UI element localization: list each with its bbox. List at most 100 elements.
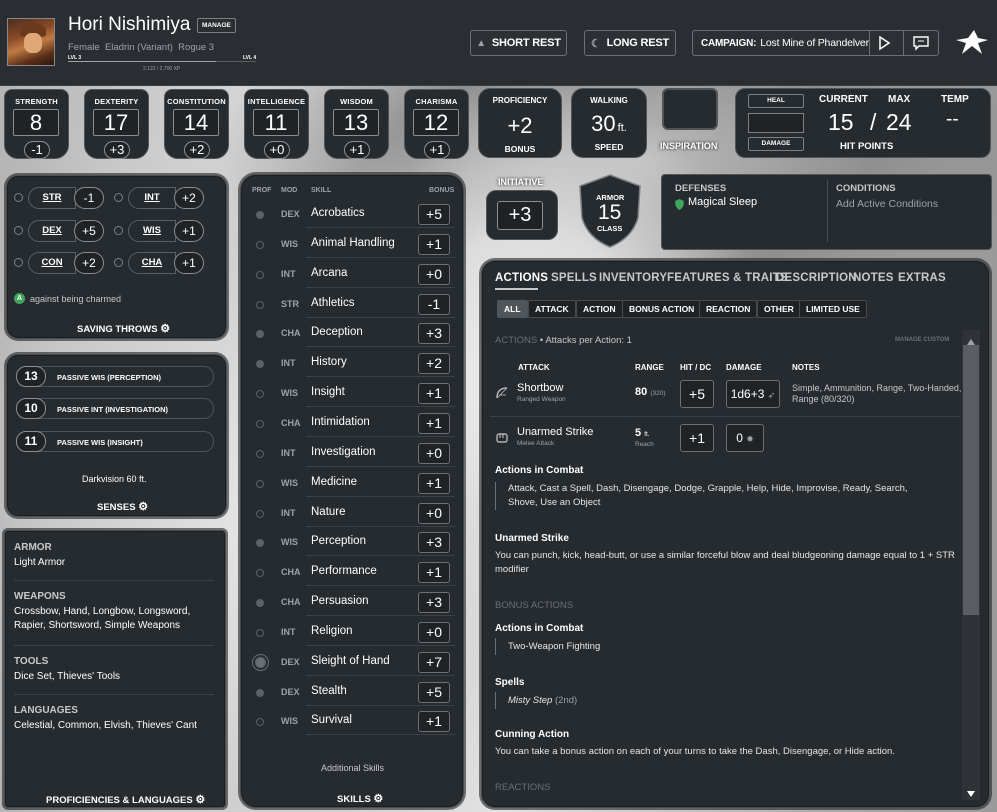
skill-bonus[interactable]: +0 [418, 263, 450, 285]
initiative-value[interactable]: +3 [497, 201, 543, 230]
saving-throw-bonus[interactable]: -1 [74, 187, 104, 209]
skill-bonus[interactable]: +1 [418, 412, 450, 434]
skill-row[interactable]: INT Religion +0 [250, 621, 455, 646]
ability-modifier[interactable]: +0 [264, 141, 290, 159]
ability-dexterity[interactable]: DEXTERITY 17 +3 [84, 89, 149, 159]
filter-limited-use[interactable]: LIMITED USE [799, 300, 867, 318]
skill-bonus[interactable]: +5 [418, 204, 450, 225]
skill-bonus[interactable]: +3 [418, 323, 450, 345]
long-rest-button[interactable]: ☾ LONG REST [584, 30, 676, 56]
skill-row[interactable]: STR Athletics -1 [250, 293, 455, 318]
inspiration-toggle[interactable] [662, 88, 718, 130]
filter-action[interactable]: ACTION [576, 300, 623, 318]
attack-hit-button[interactable]: +1 [680, 424, 714, 452]
saving-throw-con[interactable]: CON +2 [14, 252, 106, 274]
skill-row[interactable]: DEX Acrobatics +5 [250, 203, 455, 228]
gear-icon[interactable]: ⚙ [373, 793, 383, 805]
attack-damage-button[interactable]: 1d6+3 ➶ [726, 380, 780, 408]
ability-modifier[interactable]: +1 [344, 141, 370, 159]
saving-throws-title[interactable]: SAVING THROWS ⚙ [77, 322, 170, 335]
filter-reaction[interactable]: REACTION [699, 300, 758, 318]
dndbeyond-logo-icon[interactable] [952, 26, 992, 58]
skill-row[interactable]: INT Investigation +0 [250, 442, 455, 467]
saving-throw-bonus[interactable]: +5 [74, 220, 104, 242]
skill-bonus[interactable]: +2 [418, 353, 450, 375]
saving-throw-wis[interactable]: WIS +1 [114, 220, 206, 242]
skill-bonus[interactable]: +3 [418, 592, 450, 614]
saving-throw-bonus[interactable]: +1 [174, 220, 204, 242]
ability-charisma[interactable]: CHARISMA 12 +1 [404, 89, 469, 159]
skill-bonus[interactable]: +1 [418, 711, 450, 733]
scroll-down-arrow-icon[interactable] [966, 785, 976, 797]
tab-features-traits[interactable]: FEATURES & TRAITS [667, 272, 788, 284]
skill-row[interactable]: WIS Medicine +1 [250, 472, 455, 497]
skill-row[interactable]: DEX Sleight of Hand +7 [250, 651, 455, 676]
tab-extras[interactable]: EXTRAS [898, 272, 946, 284]
actions-scroll-area[interactable]: ACTIONS • Attacks per Action: 1 MANAGE C… [490, 330, 962, 800]
gear-icon[interactable]: ⚙ [160, 323, 170, 335]
attack-damage-button[interactable]: 0 ✸ [726, 424, 764, 452]
gear-icon[interactable]: ⚙ [195, 794, 205, 806]
saving-throw-str[interactable]: STR -1 [14, 187, 106, 209]
hp-current-value[interactable]: 15 [828, 109, 854, 136]
skill-bonus[interactable]: +0 [418, 621, 450, 643]
skill-row[interactable]: INT Nature +0 [250, 502, 455, 527]
skill-row[interactable]: INT History +2 [250, 352, 455, 378]
skill-row[interactable]: WIS Perception +3 [250, 531, 455, 557]
saving-throw-dex[interactable]: DEX +5 [14, 220, 106, 242]
skill-bonus[interactable]: +0 [418, 442, 450, 464]
skill-bonus[interactable]: +7 [418, 651, 450, 673]
gear-icon[interactable]: ⚙ [138, 501, 148, 513]
heal-button[interactable]: HEAL [748, 94, 804, 108]
skill-row[interactable]: DEX Stealth +5 [250, 681, 455, 706]
skill-bonus[interactable]: +0 [418, 502, 450, 524]
skill-row[interactable]: CHA Performance +1 [250, 561, 455, 587]
play-icon[interactable] [876, 35, 892, 51]
attack-hit-button[interactable]: +5 [680, 380, 714, 408]
skill-bonus[interactable]: +1 [418, 383, 450, 405]
ability-modifier[interactable]: -1 [24, 141, 50, 159]
avatar[interactable] [7, 18, 55, 66]
ability-modifier[interactable]: +3 [104, 141, 130, 159]
ability-modifier[interactable]: +1 [424, 141, 450, 159]
hp-temp-value[interactable]: -- [946, 109, 959, 131]
tab-description[interactable]: DESCRIPTION [776, 272, 857, 284]
skill-bonus[interactable]: +1 [418, 472, 450, 494]
attack-row[interactable]: Unarmed Strike Melee Attack 5 ft. Reach … [490, 419, 960, 459]
skill-row[interactable]: INT Arcana +0 [250, 263, 455, 288]
saving-throw-bonus[interactable]: +2 [74, 252, 104, 274]
attack-row[interactable]: Shortbow Ranged Weapon 80 (320) +5 1d6+3… [490, 376, 961, 417]
ability-wisdom[interactable]: WISDOM 13 +1 [324, 89, 389, 159]
skill-row[interactable]: WIS Survival +1 [250, 710, 455, 736]
spell-row[interactable]: Misty Step (2nd) [495, 692, 577, 709]
saving-throw-bonus[interactable]: +2 [174, 187, 204, 209]
senses-title[interactable]: SENSES ⚙ [97, 500, 148, 513]
filter-attack[interactable]: ATTACK [528, 300, 576, 318]
saving-throw-int[interactable]: INT +2 [114, 187, 206, 209]
campaign-box[interactable]: CAMPAIGN: Lost Mine of Phandelver [692, 30, 939, 56]
ability-intelligence[interactable]: INTELLIGENCE 11 +0 [244, 89, 309, 159]
proficiencies-title[interactable]: PROFICIENCIES & LANGUAGES ⚙ [46, 793, 205, 806]
manage-custom-link[interactable]: MANAGE CUSTOM [895, 337, 949, 343]
chat-icon[interactable] [912, 35, 930, 51]
tab-actions[interactable]: ACTIONS [495, 272, 548, 284]
hp-amount-input[interactable] [748, 113, 804, 133]
ability-modifier[interactable]: +2 [184, 141, 210, 159]
ability-strength[interactable]: STRENGTH 8 -1 [4, 89, 69, 159]
skill-bonus[interactable]: +5 [418, 681, 450, 703]
saving-throw-bonus[interactable]: +1 [174, 252, 204, 274]
manage-button[interactable]: MANAGE [197, 18, 236, 33]
short-rest-button[interactable]: ▲ SHORT REST [470, 30, 567, 56]
filter-bonus-action[interactable]: BONUS ACTION [622, 300, 702, 318]
skill-row[interactable]: WIS Insight +1 [250, 382, 455, 408]
tab-inventory[interactable]: INVENTORY [599, 272, 667, 284]
tab-spells[interactable]: SPELLS [551, 272, 597, 284]
scroll-up-arrow-icon[interactable] [966, 333, 976, 345]
skill-row[interactable]: CHA Persuasion +3 [250, 591, 455, 617]
damage-button[interactable]: DAMAGE [748, 137, 804, 151]
ability-constitution[interactable]: CONSTITUTION 14 +2 [164, 89, 229, 159]
skill-row[interactable]: WIS Animal Handling +1 [250, 233, 455, 258]
skills-title[interactable]: SKILLS ⚙ [337, 792, 383, 805]
skill-row[interactable]: CHA Intimidation +1 [250, 412, 455, 437]
skill-bonus[interactable]: +1 [418, 233, 450, 255]
